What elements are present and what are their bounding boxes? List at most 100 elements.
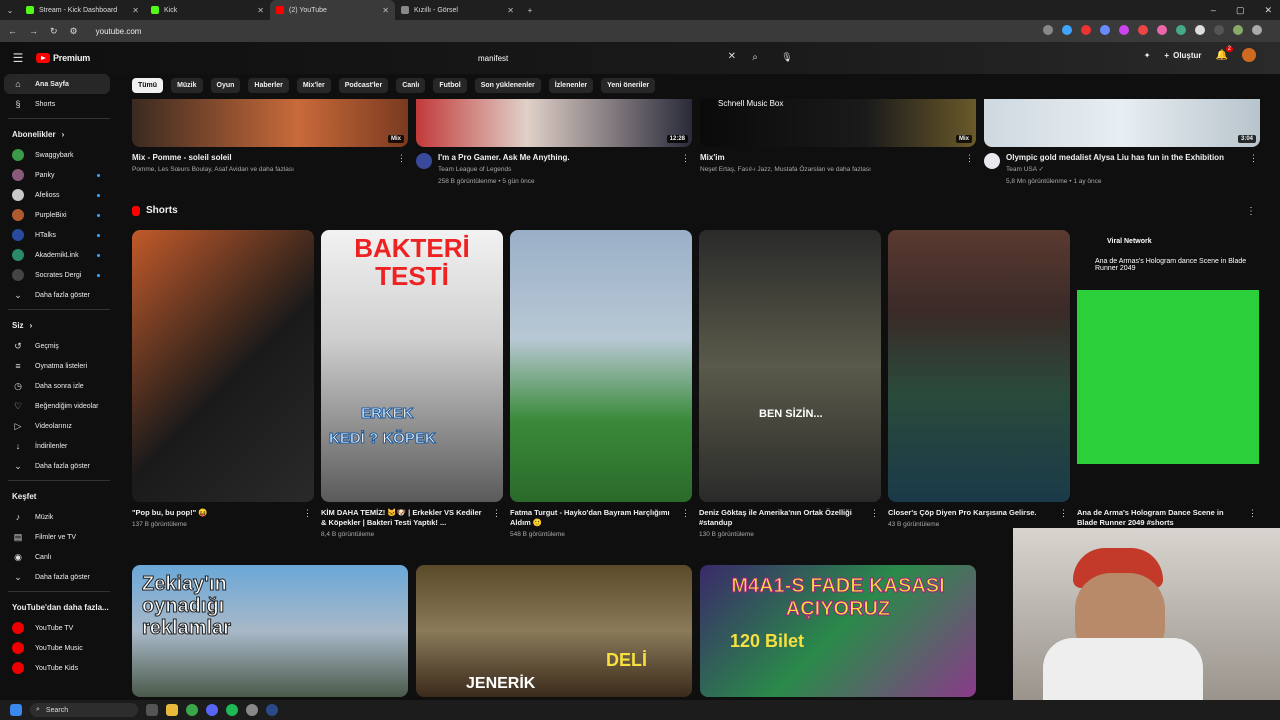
short-thumbnail[interactable]: BEN SİZİN... <box>699 230 881 502</box>
close-tab-icon[interactable]: ✕ <box>257 6 264 15</box>
video-title[interactable]: Olympic gold medalist Alysa Liu has fun … <box>1006 153 1224 163</box>
filter-chip[interactable]: Mix'ler <box>296 78 331 93</box>
reload-icon[interactable]: ↻ <box>50 26 58 37</box>
filter-chip[interactable]: Son yüklenenler <box>474 78 541 93</box>
filter-chip[interactable]: Futbol <box>433 78 467 93</box>
video-thumbnail[interactable]: 12:28 <box>416 99 692 147</box>
search-input[interactable]: manifest ✕ <box>470 48 740 68</box>
show-more-button[interactable]: ⌄ Daha fazla göster <box>0 285 118 305</box>
sidebar-item[interactable]: ▷ Videolarınız <box>0 416 118 436</box>
more-options-icon[interactable]: ⋮ <box>681 153 690 164</box>
show-more-button[interactable]: ⌄ Daha fazla göster <box>0 567 118 587</box>
sidebar-item[interactable]: ▤ Filmler ve TV <box>0 527 118 547</box>
video-card[interactable]: Schnell Music Box Mix Mix'im Neşet Ertaş, F… <box>700 99 976 187</box>
file-explorer-icon[interactable] <box>166 704 178 716</box>
start-icon[interactable] <box>10 704 22 716</box>
browser-menu-icon[interactable] <box>1252 25 1262 35</box>
sidebar-item[interactable]: § Shorts <box>0 94 118 114</box>
browser-tab[interactable]: Kızıllı - Görsel ✕ <box>395 0 520 20</box>
sidebar-item[interactable]: YouTube Music <box>0 638 118 658</box>
bookmark-star-icon[interactable] <box>1062 25 1072 35</box>
short-thumbnail[interactable] <box>132 230 314 502</box>
forward-icon[interactable]: → <box>29 26 38 36</box>
short-card[interactable]: Closer's Çöp Diyen Pro Karşısına Gelirse… <box>888 230 1070 538</box>
browser-tab[interactable]: (2) YouTube ✕ <box>270 0 395 20</box>
profile-icon[interactable] <box>1233 25 1243 35</box>
more-options-icon[interactable]: ⋮ <box>870 508 879 519</box>
filter-chip[interactable]: Podcast'ler <box>338 78 389 93</box>
short-title[interactable]: Closer's Çöp Diyen Pro Karşısına Gelirse… <box>888 508 1056 518</box>
filter-chip[interactable]: Haberler <box>248 78 289 93</box>
sidebar-channel[interactable]: Socrates Dergi <box>0 265 118 285</box>
short-title[interactable]: Deniz Göktaş ile Amerika'nın Ortak Özell… <box>699 508 867 528</box>
video-thumbnail[interactable]: Schnell Music Box Mix <box>700 99 976 147</box>
video-thumbnail[interactable]: M4A1-S FADE KASASI AÇIYORUZ 120 Bilet <box>700 565 976 697</box>
sidebar-item[interactable]: ⌂ Ana Sayfa <box>4 74 110 94</box>
sidebar-channel[interactable]: Afelioss <box>0 185 118 205</box>
sidebar-item[interactable]: ♡ Beğendiğim videolar <box>0 396 118 416</box>
url-field[interactable]: youtube.com <box>96 27 142 36</box>
taskbar-search[interactable]: ⌕ Search <box>30 703 138 717</box>
sidebar-item[interactable]: ♪ Müzik <box>0 507 118 527</box>
task-view-icon[interactable] <box>146 704 158 716</box>
sidepanel-icon[interactable] <box>1214 25 1224 35</box>
clear-search-icon[interactable]: ✕ <box>728 51 736 62</box>
browser-tab[interactable]: Kick ✕ <box>145 0 270 20</box>
short-title[interactable]: Ana de Arma's Hologram Dance Scene in Bl… <box>1077 508 1245 528</box>
video-card[interactable]: Mix Mix - Pomme - soleil soleil Pomme, Les… <box>132 99 408 187</box>
obs-icon[interactable] <box>246 704 258 716</box>
microphone-icon[interactable]: 🎙 <box>778 48 796 66</box>
short-card[interactable]: BAKTERİ TESTİ ERKEK KEDİ ? KÖPEK KİM DAHA T… <box>321 230 503 538</box>
short-card[interactable]: Viral Network Ana de Armas's Hologram dan… <box>1077 230 1259 538</box>
close-tab-icon[interactable]: ✕ <box>132 6 139 15</box>
video-title[interactable]: I'm a Pro Gamer. Ask Me Anything. <box>438 153 570 163</box>
close-window-icon[interactable]: ✕ <box>1264 5 1272 16</box>
back-icon[interactable]: ← <box>8 26 17 36</box>
short-thumbnail[interactable] <box>888 230 1070 502</box>
discord-icon[interactable] <box>206 704 218 716</box>
extension-icon[interactable] <box>1176 25 1186 35</box>
steam-icon[interactable] <box>266 704 278 716</box>
filter-chip[interactable]: Canlı <box>396 78 426 93</box>
avatar[interactable] <box>1242 48 1256 62</box>
more-options-icon[interactable]: ⋮ <box>397 153 406 164</box>
video-thumbnail[interactable]: Mix <box>132 99 408 147</box>
more-options-icon[interactable]: ⋮ <box>492 508 501 519</box>
filter-chip[interactable]: İzlenenler <box>548 78 594 93</box>
more-options-icon[interactable]: ⋮ <box>965 153 974 164</box>
sidebar-channel[interactable]: Swaggybark <box>0 145 118 165</box>
subscriptions-heading[interactable]: Abonelikler › <box>0 123 118 145</box>
shorts-more-icon[interactable]: ⋮ <box>1246 206 1256 217</box>
extension-icon[interactable] <box>1157 25 1167 35</box>
filter-chip[interactable]: Yeni öneriler <box>601 78 656 93</box>
minimize-icon[interactable]: – <box>1211 5 1216 15</box>
extension-icon[interactable] <box>1081 25 1091 35</box>
more-options-icon[interactable]: ⋮ <box>1249 153 1258 164</box>
install-icon[interactable] <box>1043 25 1053 35</box>
more-options-icon[interactable]: ⋮ <box>1059 508 1068 519</box>
video-thumbnail[interactable]: JENERİK DELİ <box>416 565 692 697</box>
video-title[interactable]: Mix'im <box>700 153 871 163</box>
extensions-puzzle-icon[interactable] <box>1195 25 1205 35</box>
sidebar-item[interactable]: ◷ Daha sonra izle <box>0 376 118 396</box>
cast-icon[interactable]: ✦ <box>1144 51 1151 60</box>
sidebar-channel[interactable]: PurpleBixi <box>0 205 118 225</box>
sidebar-item[interactable]: ◉ Canlı <box>0 547 118 567</box>
filter-chip[interactable]: Müzik <box>171 78 203 93</box>
short-thumbnail[interactable]: BAKTERİ TESTİ ERKEK KEDİ ? KÖPEK <box>321 230 503 502</box>
short-card[interactable]: "Pop bu, bu pop!" 😝 137 B görüntüleme ⋮ <box>132 230 314 538</box>
short-title[interactable]: Fatma Turgut - Hayko'dan Bayram Harçlığı… <box>510 508 678 528</box>
sidebar-item[interactable]: ↺ Geçmiş <box>0 336 118 356</box>
menu-icon[interactable]: ☰ <box>0 51 36 65</box>
extension-icon[interactable] <box>1119 25 1129 35</box>
more-options-icon[interactable]: ⋮ <box>303 508 312 519</box>
close-tab-icon[interactable]: ✕ <box>507 6 514 15</box>
short-thumbnail[interactable]: Viral Network Ana de Armas's Hologram dan… <box>1077 230 1259 502</box>
close-tab-icon[interactable]: ✕ <box>382 6 389 15</box>
short-card[interactable]: Fatma Turgut - Hayko'dan Bayram Harçlığı… <box>510 230 692 538</box>
sidebar-item[interactable]: YouTube TV <box>0 618 118 638</box>
sidebar-item[interactable]: ≡ Oynatma listeleri <box>0 356 118 376</box>
chrome-icon[interactable] <box>186 704 198 716</box>
channel-avatar[interactable] <box>984 153 1000 169</box>
sidebar-item[interactable]: ↓ İndirilenler <box>0 436 118 456</box>
